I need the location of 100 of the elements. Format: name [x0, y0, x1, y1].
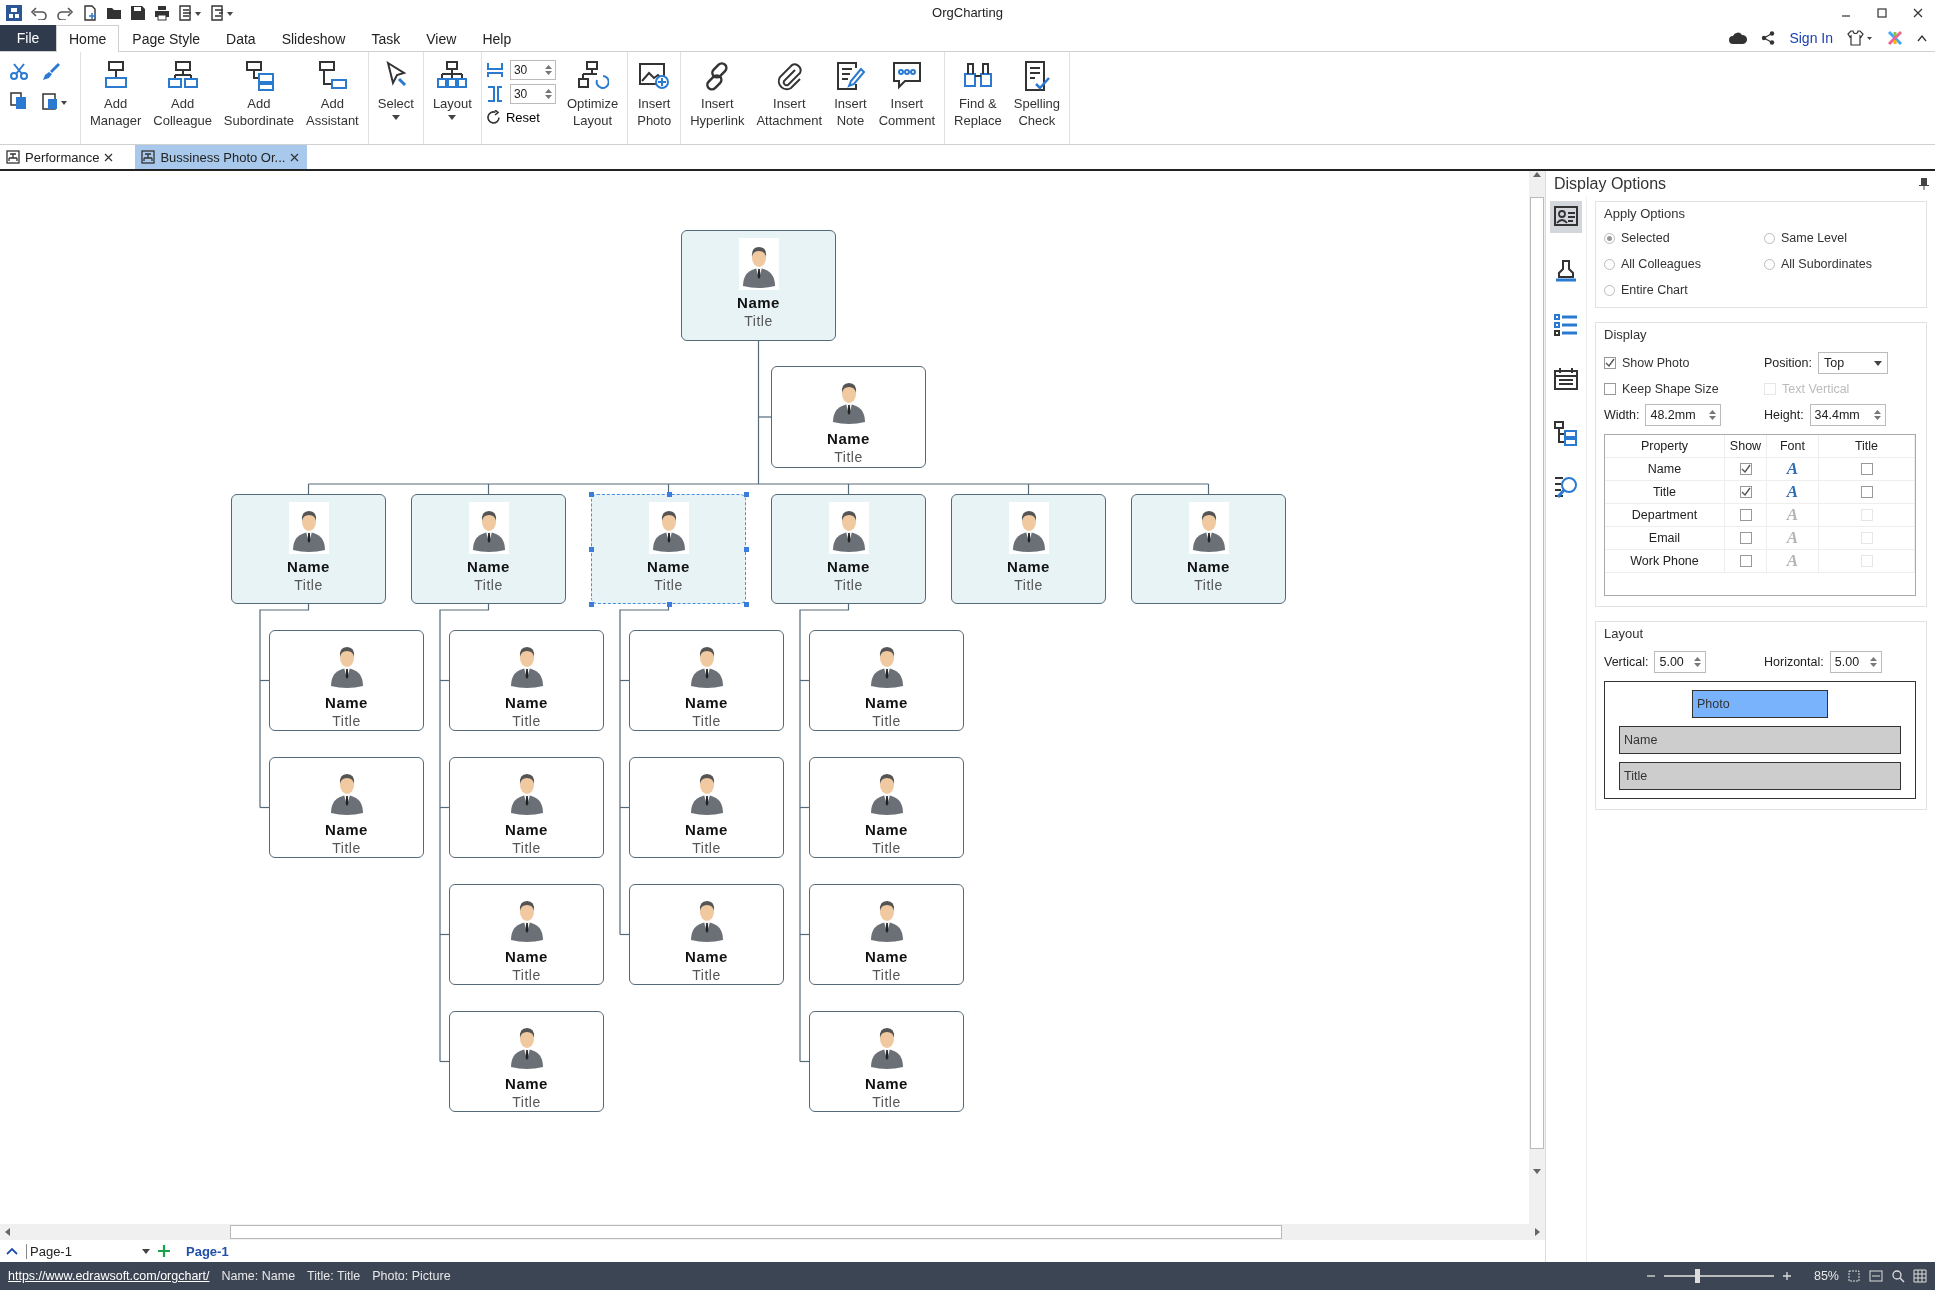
page-dropdown[interactable]: Page-1: [26, 1243, 150, 1259]
menu-tab[interactable]: Slideshow: [268, 25, 359, 51]
org-node[interactable]: Name Title: [681, 230, 836, 341]
ribbon-button[interactable]: Select: [372, 56, 419, 124]
selection-handle[interactable]: [589, 602, 594, 607]
close-icon[interactable]: [290, 152, 300, 162]
ribbon-button[interactable]: Add Manager: [85, 56, 147, 133]
org-node[interactable]: Name Title: [771, 366, 926, 468]
selection-handle[interactable]: [744, 547, 749, 552]
scissors-icon[interactable]: [10, 62, 28, 80]
pin-icon[interactable]: [1919, 178, 1929, 190]
org-node[interactable]: Name Title: [449, 630, 604, 731]
vertical-scrollbar[interactable]: [1529, 171, 1545, 1224]
document-tab[interactable]: Performance: [0, 145, 122, 169]
number-field[interactable]: 48.2mm: [1645, 404, 1722, 426]
new-file-icon[interactable]: [82, 4, 98, 21]
org-node[interactable]: Name Title: [449, 757, 604, 858]
number-field[interactable]: 34.4mm: [1809, 404, 1886, 426]
reset-button[interactable]: Reset: [485, 108, 556, 125]
scroll-right-icon[interactable]: [1535, 1228, 1541, 1236]
ribbon-button[interactable]: Insert Photo: [632, 56, 677, 133]
ribbon-button[interactable]: Insert Hyperlink: [685, 56, 750, 133]
font-button[interactable]: A: [1786, 482, 1799, 502]
ribbon-button[interactable]: Optimize Layout: [561, 56, 624, 133]
layout-preview-block[interactable]: Photo: [1692, 690, 1828, 718]
org-node[interactable]: Name Title: [591, 494, 746, 604]
maximize-icon[interactable]: [1877, 7, 1887, 18]
paint-brush-icon[interactable]: [42, 62, 60, 80]
layout-preview-block[interactable]: Title: [1619, 762, 1901, 790]
ribbon-button[interactable]: Insert Comment: [873, 56, 941, 133]
colorful-cross-icon[interactable]: [1887, 30, 1903, 46]
org-node[interactable]: Name Title: [269, 630, 424, 731]
scroll-left-icon[interactable]: [4, 1228, 10, 1236]
sign-in-link[interactable]: Sign In: [1789, 30, 1833, 46]
menu-tab[interactable]: Page Style: [119, 25, 214, 51]
printer-icon[interactable]: [154, 4, 170, 21]
selection-handle[interactable]: [589, 492, 594, 497]
caret-icon[interactable]: [1873, 360, 1882, 366]
undo-icon[interactable]: [30, 5, 48, 20]
horizontal-scrollbar[interactable]: [0, 1224, 1545, 1240]
org-node[interactable]: Name Title: [951, 494, 1106, 604]
scroll-down-icon[interactable]: [1533, 1169, 1541, 1175]
page-tab[interactable]: Page-1: [178, 1243, 237, 1259]
grid-icon[interactable]: [1913, 1269, 1927, 1283]
checkbox[interactable]: [1604, 383, 1616, 395]
import-dropdown-icon[interactable]: [210, 4, 234, 21]
checkbox[interactable]: [1860, 486, 1873, 498]
document-tab[interactable]: Bussiness Photo Or...: [135, 145, 308, 169]
paste-dropdown-icon[interactable]: [42, 92, 68, 110]
checkbox[interactable]: [1739, 509, 1752, 521]
save-icon[interactable]: [130, 4, 146, 21]
ribbon-button[interactable]: Insert Note: [829, 56, 872, 133]
shirt-dropdown-icon[interactable]: [1847, 30, 1873, 46]
position-dropdown[interactable]: Top: [1817, 352, 1888, 374]
ribbon-button[interactable]: Insert Attachment: [751, 56, 828, 133]
ribbon-button[interactable]: Find & Replace: [949, 56, 1007, 133]
radio-option[interactable]: All Subordinates: [1764, 257, 1916, 271]
checkbox[interactable]: [1604, 357, 1616, 369]
ribbon-button[interactable]: Layout: [427, 56, 477, 124]
checkbox[interactable]: [1739, 463, 1752, 475]
org-node[interactable]: Name Title: [809, 757, 964, 858]
caret-icon[interactable]: [448, 115, 457, 120]
radio-option[interactable]: Selected: [1604, 231, 1764, 245]
add-page-icon[interactable]: [158, 1245, 170, 1257]
font-button[interactable]: A: [1786, 459, 1799, 479]
close-icon[interactable]: [1913, 7, 1923, 18]
menu-tab[interactable]: Home: [56, 25, 120, 52]
ribbon-button[interactable]: Add Subordinate: [218, 56, 299, 133]
export-dropdown-icon[interactable]: [178, 4, 202, 21]
close-icon[interactable]: [104, 152, 114, 162]
file-menu-button[interactable]: File: [0, 25, 56, 51]
selection-handle[interactable]: [744, 492, 749, 497]
caret-icon[interactable]: [142, 1248, 150, 1254]
checkbox[interactable]: [1860, 463, 1873, 475]
org-node[interactable]: Name Title: [269, 757, 424, 858]
org-node[interactable]: Name Title: [629, 630, 784, 731]
org-node[interactable]: Name Title: [1131, 494, 1286, 604]
contact-card-icon[interactable]: [1550, 201, 1582, 233]
menu-tab[interactable]: Task: [358, 25, 414, 51]
cloud-icon[interactable]: [1729, 31, 1748, 45]
app-logo-icon[interactable]: [6, 4, 22, 21]
number-field[interactable]: 5.00: [1654, 651, 1707, 673]
menu-tab[interactable]: View: [413, 25, 470, 51]
selection-handle[interactable]: [589, 547, 594, 552]
checkbox[interactable]: [1739, 486, 1752, 498]
radio-option[interactable]: Same Level: [1764, 231, 1916, 245]
redo-icon[interactable]: [56, 5, 74, 20]
fit-page-icon[interactable]: [1847, 1269, 1861, 1283]
org-node[interactable]: Name Title: [809, 884, 964, 985]
org-node[interactable]: Name Title: [231, 494, 386, 604]
org-node[interactable]: Name Title: [629, 884, 784, 985]
radio-option[interactable]: All Colleagues: [1604, 257, 1764, 271]
org-node[interactable]: Name Title: [411, 494, 566, 604]
org-node[interactable]: Name Title: [809, 630, 964, 731]
number-field[interactable]: 5.00: [1829, 651, 1882, 673]
expand-up-icon[interactable]: [6, 1247, 18, 1255]
zoom-in-icon[interactable]: [1781, 1271, 1792, 1281]
org-node[interactable]: Name Title: [449, 884, 604, 985]
org-node[interactable]: Name Title: [449, 1011, 604, 1112]
layout-preview-block[interactable]: Name: [1619, 726, 1901, 754]
